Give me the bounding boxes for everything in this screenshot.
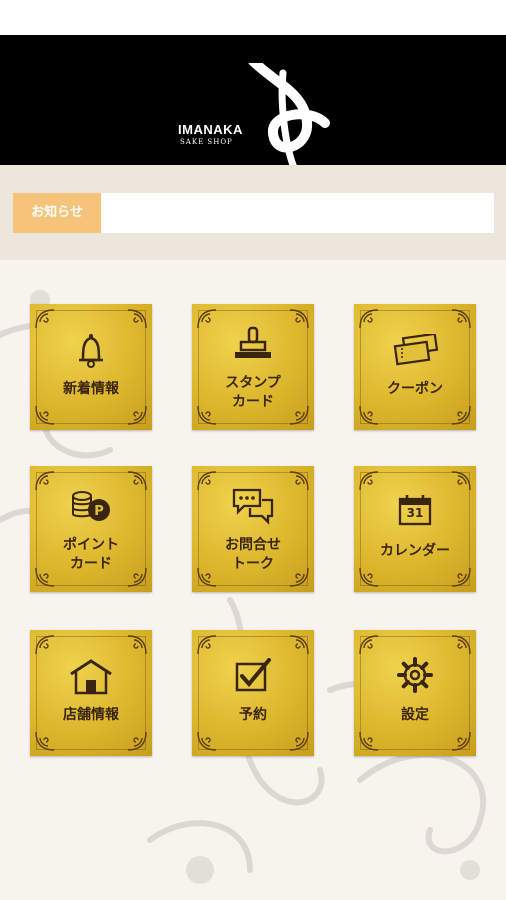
corner-ornament-icon bbox=[197, 731, 217, 751]
menu-point-card-button[interactable]: P ポイント カード bbox=[30, 466, 152, 592]
corner-ornament-icon bbox=[127, 635, 147, 655]
corner-ornament-icon bbox=[451, 635, 471, 655]
status-bar-area bbox=[0, 0, 506, 35]
points-coin-icon: P bbox=[72, 491, 110, 521]
corner-ornament-icon bbox=[197, 405, 217, 425]
corner-ornament-icon bbox=[197, 309, 217, 329]
corner-ornament-icon bbox=[35, 471, 55, 491]
menu-shop-info-label: 店舗情報 bbox=[63, 707, 119, 723]
house-icon bbox=[70, 659, 112, 695]
menu-reservation-label: 予約 bbox=[239, 707, 267, 723]
notice-label: お知らせ bbox=[13, 193, 101, 233]
corner-ornament-icon bbox=[127, 309, 147, 329]
corner-ornament-icon bbox=[359, 405, 379, 425]
corner-ornament-icon bbox=[451, 309, 471, 329]
corner-ornament-icon bbox=[127, 731, 147, 751]
shop-logo-mark-icon bbox=[248, 63, 330, 165]
corner-ornament-icon bbox=[197, 567, 217, 587]
menu-reservation-button[interactable]: 予約 bbox=[192, 630, 314, 756]
corner-ornament-icon bbox=[197, 471, 217, 491]
corner-ornament-icon bbox=[359, 567, 379, 587]
corner-ornament-icon bbox=[359, 309, 379, 329]
corner-ornament-icon bbox=[35, 731, 55, 751]
corner-ornament-icon bbox=[451, 567, 471, 587]
corner-ornament-icon bbox=[451, 471, 471, 491]
menu-calendar-label: カレンダー bbox=[380, 543, 450, 559]
checkbox-icon bbox=[235, 658, 271, 692]
corner-ornament-icon bbox=[359, 731, 379, 751]
corner-ornament-icon bbox=[127, 471, 147, 491]
app-header: IMANAKA SAKE SHOP bbox=[0, 35, 506, 165]
corner-ornament-icon bbox=[289, 567, 309, 587]
svg-text:P: P bbox=[94, 504, 104, 519]
menu-coupon-button[interactable]: クーポン bbox=[354, 304, 476, 430]
corner-ornament-icon bbox=[289, 471, 309, 491]
corner-ornament-icon bbox=[127, 405, 147, 425]
menu-news-label: 新着情報 bbox=[63, 381, 119, 397]
menu-news-button[interactable]: 新着情報 bbox=[30, 304, 152, 430]
shop-logo-name: IMANAKA bbox=[178, 122, 243, 137]
corner-ornament-icon bbox=[289, 405, 309, 425]
corner-ornament-icon bbox=[197, 635, 217, 655]
corner-ornament-icon bbox=[289, 731, 309, 751]
gear-icon bbox=[397, 657, 433, 693]
corner-ornament-icon bbox=[35, 567, 55, 587]
corner-ornament-icon bbox=[451, 731, 471, 751]
chat-bubbles-icon bbox=[232, 488, 274, 525]
menu-stamp-card-button[interactable]: スタンプ カード bbox=[192, 304, 314, 430]
calendar-day-number: 31 bbox=[406, 506, 424, 520]
corner-ornament-icon bbox=[35, 635, 55, 655]
notice-bar[interactable]: お知らせ bbox=[13, 193, 494, 233]
corner-ornament-icon bbox=[359, 471, 379, 491]
corner-ornament-icon bbox=[35, 309, 55, 329]
corner-ornament-icon bbox=[289, 635, 309, 655]
corner-ornament-icon bbox=[359, 635, 379, 655]
menu-inquiry-talk-button[interactable]: お問合せ トーク bbox=[192, 466, 314, 592]
menu-coupon-label: クーポン bbox=[387, 381, 443, 397]
menu-settings-label: 設定 bbox=[401, 707, 429, 723]
menu-shop-info-button[interactable]: 店舗情報 bbox=[30, 630, 152, 756]
shop-logo-subtitle: SAKE SHOP bbox=[180, 138, 233, 146]
bell-icon bbox=[79, 334, 103, 368]
coupon-icon bbox=[393, 334, 439, 366]
stamp-icon bbox=[235, 326, 271, 358]
corner-ornament-icon bbox=[451, 405, 471, 425]
menu-calendar-button[interactable]: 31 カレンダー bbox=[354, 466, 476, 592]
corner-ornament-icon bbox=[289, 309, 309, 329]
menu-settings-button[interactable]: 設定 bbox=[354, 630, 476, 756]
corner-ornament-icon bbox=[35, 405, 55, 425]
corner-ornament-icon bbox=[127, 567, 147, 587]
